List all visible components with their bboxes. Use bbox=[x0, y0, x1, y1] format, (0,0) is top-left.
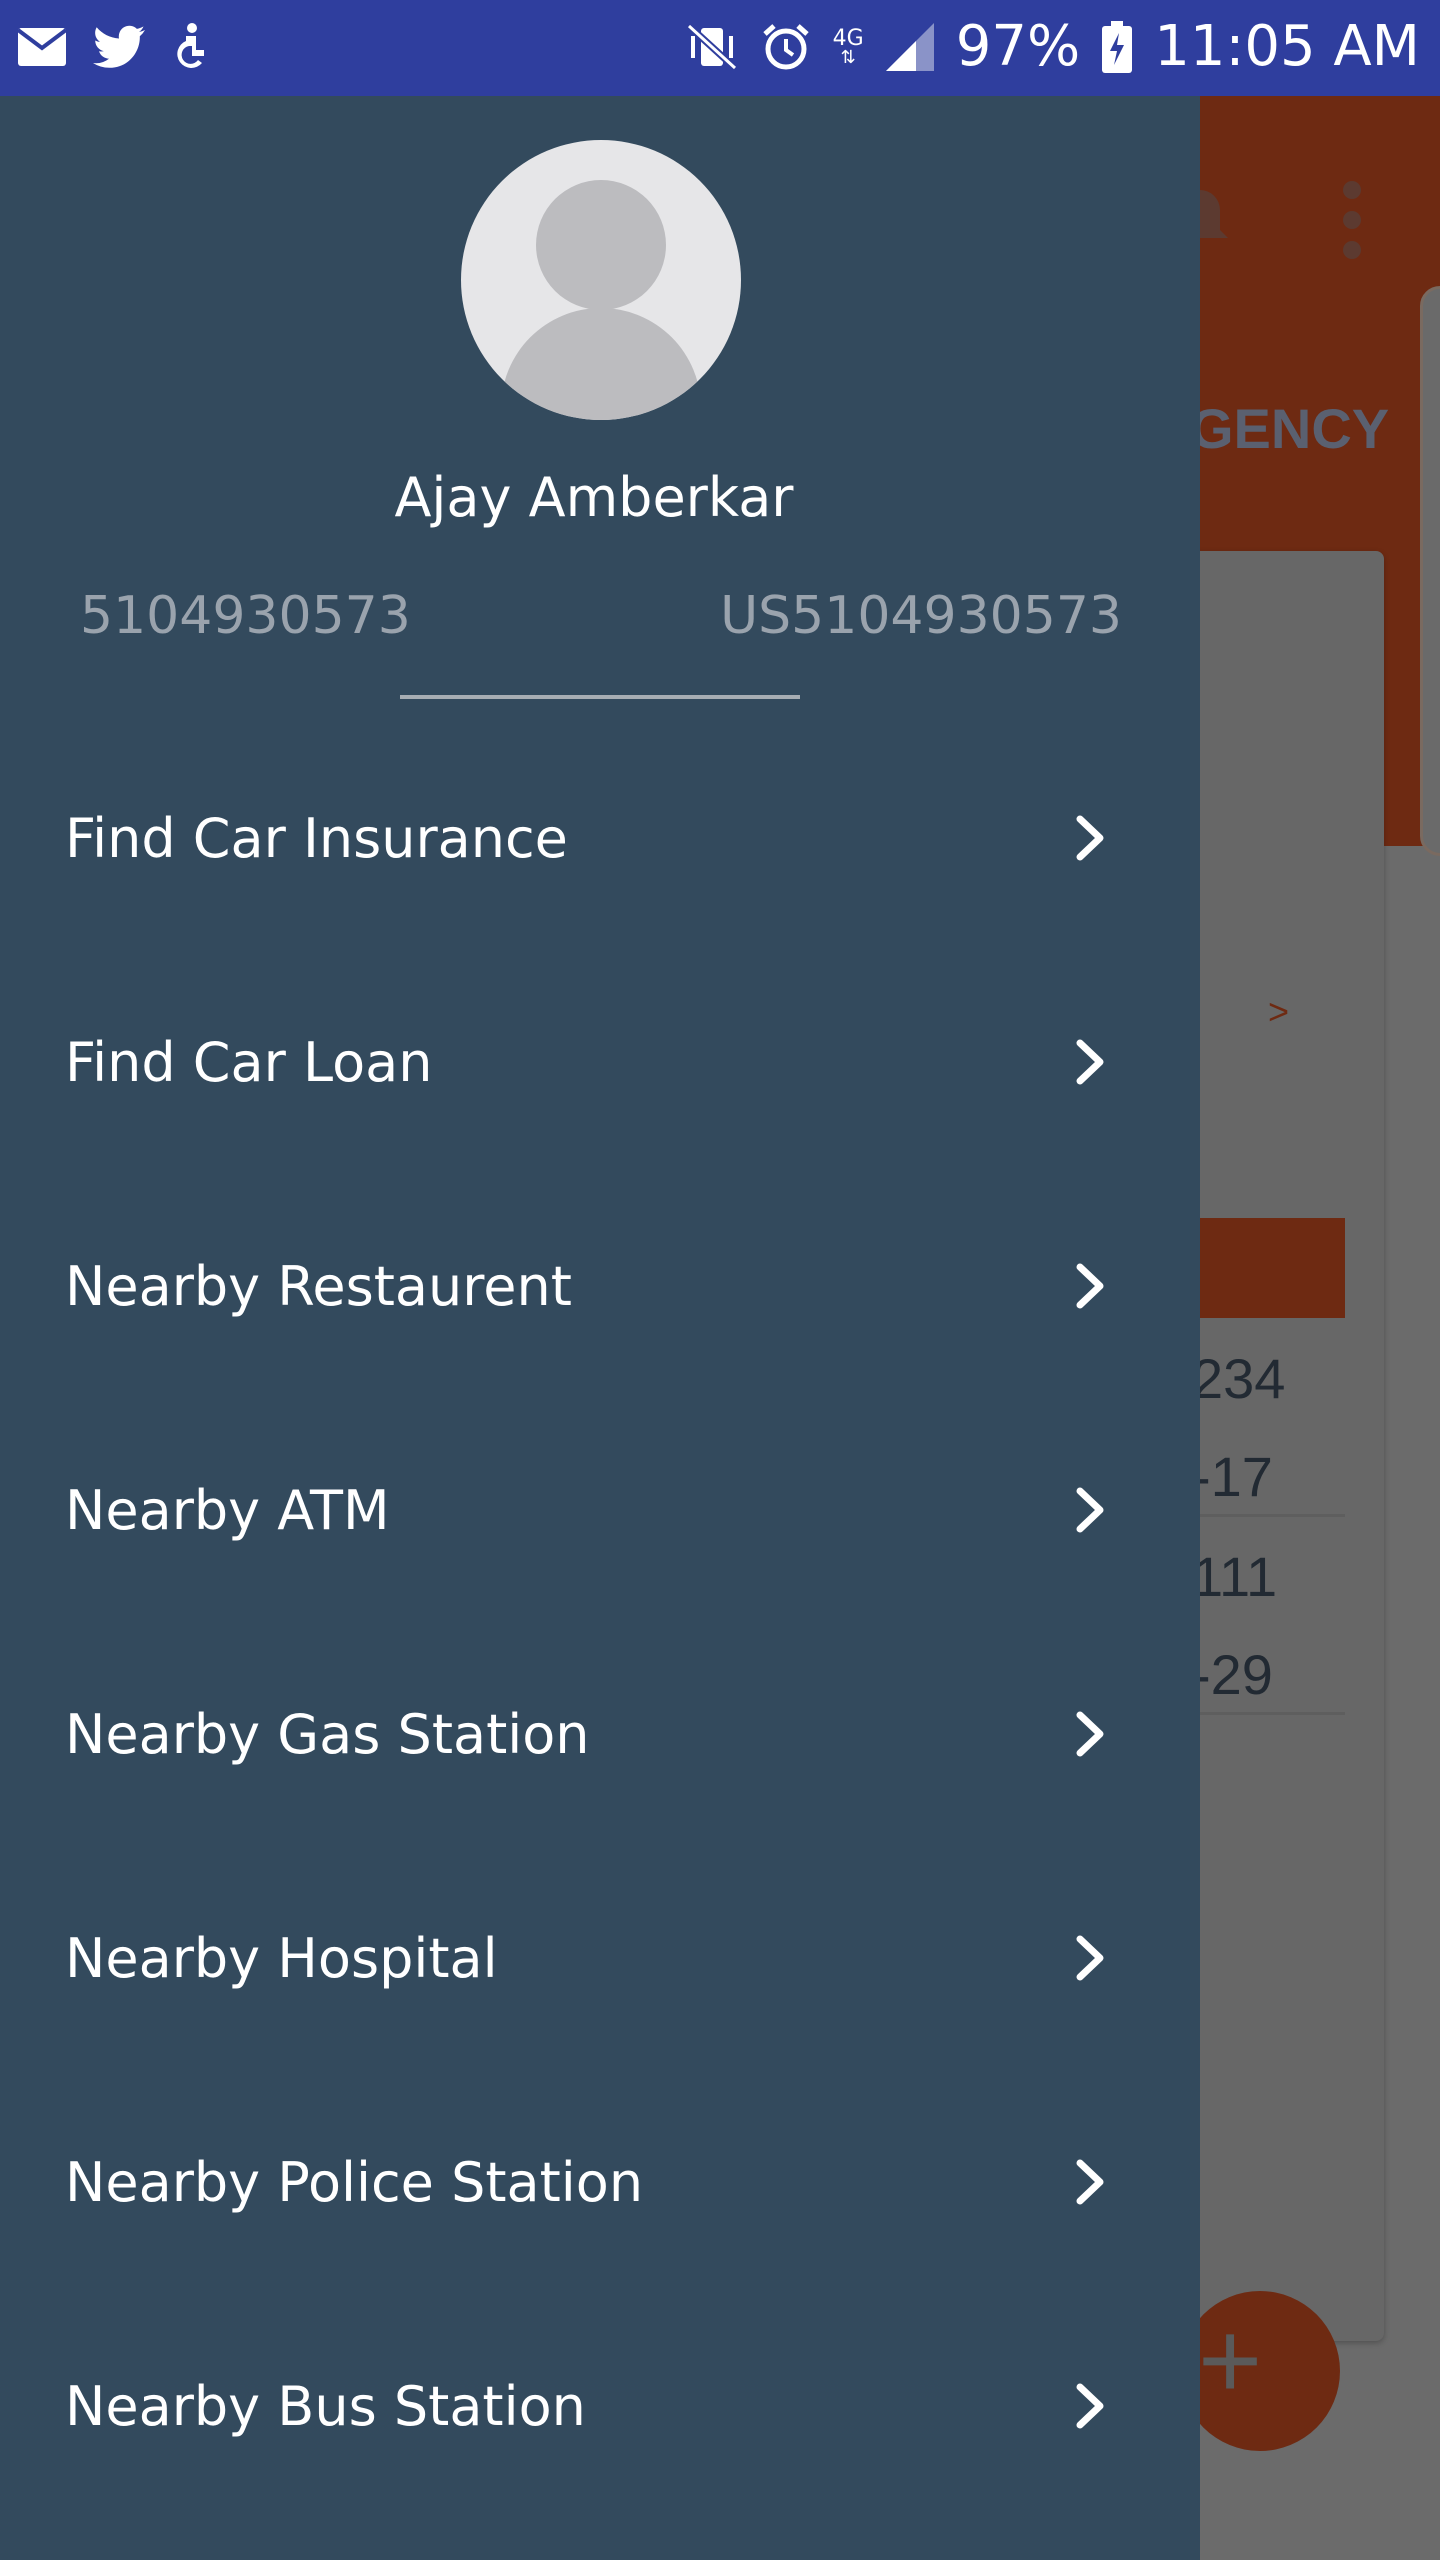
menu-item-nearby-hospital[interactable]: Nearby Hospital bbox=[0, 1846, 1200, 2070]
menu-item-label: Nearby ATM bbox=[65, 1478, 390, 1542]
menu-item-nearby-gas-station[interactable]: Nearby Gas Station bbox=[0, 1622, 1200, 1846]
menu-item-label: Nearby Restaurent bbox=[65, 1254, 572, 1318]
mail-icon bbox=[18, 28, 66, 66]
battery-charging-icon bbox=[1102, 20, 1133, 73]
menu-item-nearby-police-station[interactable]: Nearby Police Station bbox=[0, 2070, 1200, 2294]
card-number: -29 bbox=[1192, 1643, 1273, 1706]
vibrate-mute-icon bbox=[685, 22, 739, 72]
chevron-right-icon bbox=[1060, 808, 1120, 868]
drawer-menu: Find Car Insurance Find Car Loan Nearby … bbox=[0, 726, 1200, 2518]
avatar-head bbox=[536, 180, 666, 310]
accessibility-icon bbox=[172, 22, 208, 72]
battery-percent: 97% bbox=[955, 14, 1081, 79]
card-number: -17 bbox=[1192, 1445, 1273, 1508]
card-divider bbox=[1195, 1712, 1345, 1715]
status-bar: 4G ⇅ 97% 11:05 AM bbox=[0, 0, 1440, 96]
menu-item-label: Nearby Hospital bbox=[65, 1926, 498, 1990]
twitter-icon bbox=[92, 25, 146, 69]
menu-item-find-car-loan[interactable]: Find Car Loan bbox=[0, 950, 1200, 1174]
account-number: 5104930573 bbox=[80, 586, 411, 646]
card-number: 111 bbox=[1192, 1545, 1278, 1608]
menu-item-label: Find Car Insurance bbox=[65, 806, 568, 870]
signal-icon bbox=[885, 22, 934, 71]
avatar[interactable] bbox=[461, 140, 741, 420]
alarm-icon bbox=[761, 22, 811, 72]
chevron-right-icon bbox=[1060, 1480, 1120, 1540]
navigation-drawer: Ajay Amberkar 5104930573 US5104930573 Fi… bbox=[0, 96, 1200, 2560]
more-options-icon bbox=[1340, 181, 1364, 261]
menu-item-find-car-insurance[interactable]: Find Car Insurance bbox=[0, 726, 1200, 950]
menu-item-nearby-restaurent[interactable]: Nearby Restaurent bbox=[0, 1174, 1200, 1398]
account-id: US5104930573 bbox=[720, 586, 1122, 646]
user-name: Ajay Amberkar bbox=[394, 466, 794, 529]
plus-icon: + bbox=[1198, 2299, 1263, 2422]
side-card bbox=[1420, 286, 1440, 856]
card-number: 234 bbox=[1192, 1347, 1286, 1410]
card-arrow: > bbox=[1268, 991, 1290, 1032]
chevron-right-icon bbox=[1060, 2376, 1120, 2436]
network-type: 4G ⇅ bbox=[832, 25, 864, 68]
menu-item-label: Nearby Gas Station bbox=[65, 1702, 590, 1766]
chevron-right-icon bbox=[1060, 2152, 1120, 2212]
card-divider bbox=[1195, 1514, 1345, 1517]
avatar-body bbox=[501, 308, 701, 420]
menu-item-label: Find Car Loan bbox=[65, 1030, 433, 1094]
clock: 11:05 AM bbox=[1154, 14, 1420, 79]
menu-item-nearby-atm[interactable]: Nearby ATM bbox=[0, 1398, 1200, 1622]
header-divider bbox=[400, 695, 800, 699]
menu-item-label: Nearby Police Station bbox=[65, 2150, 644, 2214]
chevron-right-icon bbox=[1060, 1928, 1120, 1988]
tab-emergency: GENCY bbox=[1190, 397, 1390, 460]
menu-item-nearby-bus-station[interactable]: Nearby Bus Station bbox=[0, 2294, 1200, 2518]
chevron-right-icon bbox=[1060, 1032, 1120, 1092]
chevron-right-icon bbox=[1060, 1256, 1120, 1316]
menu-item-label: Nearby Bus Station bbox=[65, 2374, 586, 2438]
chevron-right-icon bbox=[1060, 1704, 1120, 1764]
